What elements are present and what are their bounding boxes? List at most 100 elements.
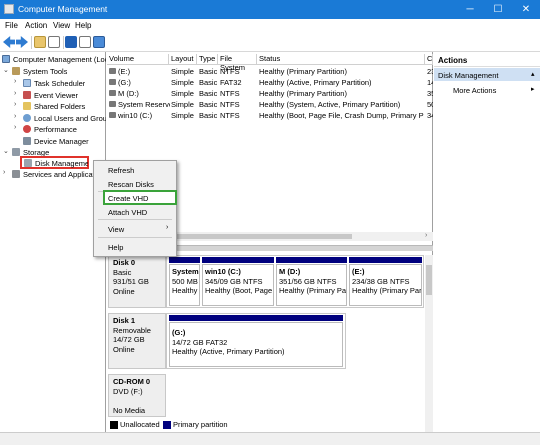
menu-view[interactable]: View: [53, 21, 70, 30]
close-button[interactable]: ✕: [512, 0, 540, 19]
primary-swatch: [163, 421, 171, 429]
partition-header: [349, 257, 422, 263]
disk-1-partitions: (G:) 14/72 GB FAT32 Healthy (Active, Pri…: [166, 313, 346, 369]
disk-name: CD-ROM 0: [113, 377, 151, 386]
tree-shared-folders[interactable]: Shared Folders: [34, 102, 85, 111]
expand-icon[interactable]: ›: [14, 90, 16, 97]
cell-status: Healthy (Primary Partition): [259, 89, 347, 98]
cell-layout: Simple: [171, 89, 194, 98]
menu-item-create-vhd[interactable]: Create VHD: [108, 194, 148, 203]
more-actions-item[interactable]: More Actions ▸: [434, 84, 540, 96]
collapse-up-icon[interactable]: ▴: [531, 70, 535, 78]
menu-item-refresh[interactable]: Refresh: [108, 166, 134, 175]
cell-status: Healthy (Boot, Page File, Crash Dump, Pr…: [259, 111, 424, 120]
menu-help[interactable]: Help: [75, 21, 91, 30]
forward-arrow-icon[interactable]: [16, 36, 28, 48]
disk-status: Online: [113, 286, 135, 296]
properties-icon[interactable]: [79, 36, 91, 48]
table-row[interactable]: win10 (C:) Simple Basic NTFS Healthy (Bo…: [107, 111, 433, 121]
scrollbar-thumb[interactable]: [426, 265, 432, 295]
table-row[interactable]: System Reserved Simple Basic NTFS Health…: [107, 100, 433, 110]
disk-size: 931/51 GB: [113, 277, 149, 286]
show-hide-tree-icon[interactable]: [48, 36, 60, 48]
partition-e[interactable]: (E:) 234/38 GB NTFS Healthy (Primary Par…: [349, 264, 422, 306]
partition-name: (E:): [352, 267, 365, 276]
back-arrow-icon[interactable]: [3, 36, 15, 48]
cell-capacity: 23: [427, 67, 433, 76]
cell-status: Healthy (Primary Partition): [259, 67, 347, 76]
tree-system-tools[interactable]: System Tools: [23, 67, 67, 76]
cell-type: Basic: [199, 67, 218, 76]
menu-item-attach-vhd[interactable]: Attach VHD: [108, 208, 147, 217]
cell-capacity: 34: [427, 111, 433, 120]
menu-item-help[interactable]: Help: [108, 243, 123, 252]
collapse-icon[interactable]: ⌄: [3, 66, 9, 74]
disk-view-icon[interactable]: [93, 36, 105, 48]
cell-file-system: NTFS: [220, 100, 240, 109]
partition-header: [169, 315, 343, 321]
scroll-right-icon[interactable]: ›: [425, 232, 427, 239]
navigation-tree: Computer Management (Local ⌄ System Tool…: [0, 52, 106, 432]
title-bar: Computer Management ─ ☐ ✕: [0, 0, 540, 19]
cell-file-system: NTFS: [220, 111, 240, 120]
vertical-scrollbar[interactable]: [425, 255, 433, 432]
help-icon[interactable]: [65, 36, 77, 48]
expand-icon[interactable]: ›: [3, 169, 5, 176]
actions-pane: Actions Disk Management ▴ More Actions ▸: [434, 52, 540, 432]
volume-icon: [109, 68, 116, 74]
tree-task-scheduler[interactable]: Task Scheduler: [34, 79, 85, 88]
tree-local-users[interactable]: Local Users and Groups: [34, 114, 106, 123]
disk-0-label[interactable]: Disk 0 Basic 931/51 GB Online: [108, 255, 166, 308]
partition-name: M (D:): [279, 267, 301, 276]
folder-up-icon[interactable]: [34, 36, 46, 48]
expand-icon[interactable]: ›: [14, 101, 16, 108]
partition-size: 351/56 GB NTFS: [279, 276, 337, 286]
expand-icon[interactable]: ›: [14, 113, 16, 120]
menu-action[interactable]: Action: [25, 21, 47, 30]
column-file-system[interactable]: File System: [218, 54, 257, 72]
cell-layout: Simple: [171, 111, 194, 120]
partition-system-reserved[interactable]: System R 500 MB N Healthy (: [169, 264, 200, 306]
device-manager-icon: [23, 137, 31, 145]
column-type[interactable]: Type: [197, 54, 218, 65]
tree-event-viewer[interactable]: Event Viewer: [34, 91, 78, 100]
table-row[interactable]: (E:) Simple Basic NTFS Healthy (Primary …: [107, 67, 433, 77]
menu-file[interactable]: File: [5, 21, 18, 30]
cell-type: Basic: [199, 78, 218, 87]
collapse-icon[interactable]: ⌄: [3, 147, 9, 155]
menu-item-rescan-disks[interactable]: Rescan Disks: [108, 180, 154, 189]
tree-services-applications[interactable]: Services and Applicatio: [23, 170, 101, 179]
cell-layout: Simple: [171, 78, 194, 87]
cell-file-system: NTFS: [220, 89, 240, 98]
column-status[interactable]: Status: [257, 54, 425, 65]
more-actions-label: More Actions: [453, 86, 497, 95]
cdrom-0-label[interactable]: CD-ROM 0 DVD (F:) No Media: [108, 374, 166, 417]
expand-icon[interactable]: ›: [14, 78, 16, 85]
partition-header: [202, 257, 274, 263]
users-icon: [23, 114, 31, 122]
cell-status: Healthy (System, Active, Primary Partiti…: [259, 100, 401, 109]
disk-type: Basic: [113, 267, 132, 277]
column-layout[interactable]: Layout: [169, 54, 197, 65]
maximize-button[interactable]: ☐: [484, 0, 512, 19]
table-row[interactable]: (G:) Simple Basic FAT32 Healthy (Active,…: [107, 78, 433, 88]
disk-1-label[interactable]: Disk 1 Removable 14/72 GB Online: [108, 313, 166, 369]
column-capacity[interactable]: C: [425, 54, 433, 65]
computer-icon: [2, 55, 10, 63]
tree-disk-management[interactable]: Disk Management: [35, 159, 88, 168]
minimize-button[interactable]: ─: [456, 0, 484, 19]
tree-performance[interactable]: Performance: [34, 125, 77, 134]
cell-capacity: 14: [427, 78, 433, 87]
tree-device-manager[interactable]: Device Manager: [34, 137, 89, 146]
column-volume[interactable]: Volume: [107, 54, 169, 65]
partition-g[interactable]: (G:) 14/72 GB FAT32 Healthy (Active, Pri…: [169, 322, 343, 367]
actions-section-disk-management[interactable]: Disk Management ▴: [434, 68, 540, 81]
submenu-arrow-icon: ▸: [531, 86, 535, 93]
menu-item-view[interactable]: View: [108, 225, 124, 234]
submenu-arrow-icon: ›: [166, 224, 169, 231]
partition-c[interactable]: win10 (C:) 345/09 GB NTFS Healthy (Boot,…: [202, 264, 274, 306]
table-row[interactable]: M (D:) Simple Basic NTFS Healthy (Primar…: [107, 89, 433, 99]
tree-computer-management[interactable]: Computer Management (Local: [13, 55, 106, 64]
expand-icon[interactable]: ›: [14, 124, 16, 131]
partition-d[interactable]: M (D:) 351/56 GB NTFS Healthy (Primary P…: [276, 264, 347, 306]
